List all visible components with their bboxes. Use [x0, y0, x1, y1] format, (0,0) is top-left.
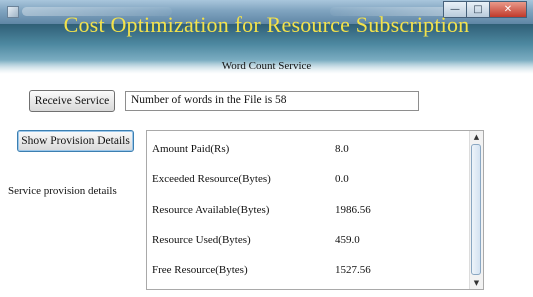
row-label: Free Resource(Bytes): [152, 264, 248, 276]
row-value: 0.0: [335, 173, 349, 185]
show-provision-details-button[interactable]: Show Provision Details: [17, 130, 134, 152]
page-subtitle: Word Count Service: [221, 60, 312, 72]
table-row: Free Resource(Bytes) 1527.56: [147, 264, 472, 284]
table-row: Resource Used(Bytes) 459.0: [147, 234, 472, 254]
page-title: Cost Optimization for Resource Subscript…: [63, 12, 470, 37]
scroll-up-arrow-icon[interactable]: ▲: [470, 131, 483, 143]
service-provision-label: Service provision details: [8, 185, 117, 197]
provision-details-table[interactable]: Amount Paid(Rs) 8.0 Exceeded Resource(By…: [146, 130, 484, 290]
table-row: Resource Available(Bytes) 1986.56: [147, 204, 472, 224]
scroll-down-arrow-icon[interactable]: ▼: [470, 277, 483, 289]
vertical-scrollbar[interactable]: ▲ ▼: [469, 131, 483, 289]
row-value: 1986.56: [335, 204, 371, 216]
table-row: Exceeded Resource(Bytes) 0.0: [147, 173, 472, 193]
row-value: 1527.56: [335, 264, 371, 276]
row-value: 459.0: [335, 234, 360, 246]
result-text-field[interactable]: Number of words in the File is 58: [125, 91, 419, 111]
row-label: Exceeded Resource(Bytes): [152, 173, 271, 185]
row-label: Resource Available(Bytes): [152, 204, 270, 216]
row-label: Amount Paid(Rs): [152, 143, 230, 155]
table-row: Amount Paid(Rs) 8.0: [147, 143, 472, 163]
row-label: Resource Used(Bytes): [152, 234, 251, 246]
scrollbar-thumb[interactable]: [471, 144, 481, 275]
receive-service-button[interactable]: Receive Service: [29, 90, 115, 112]
row-value: 8.0: [335, 143, 349, 155]
app-window: — □ ✕ Cost Optimization for Resource Sub…: [0, 0, 533, 297]
